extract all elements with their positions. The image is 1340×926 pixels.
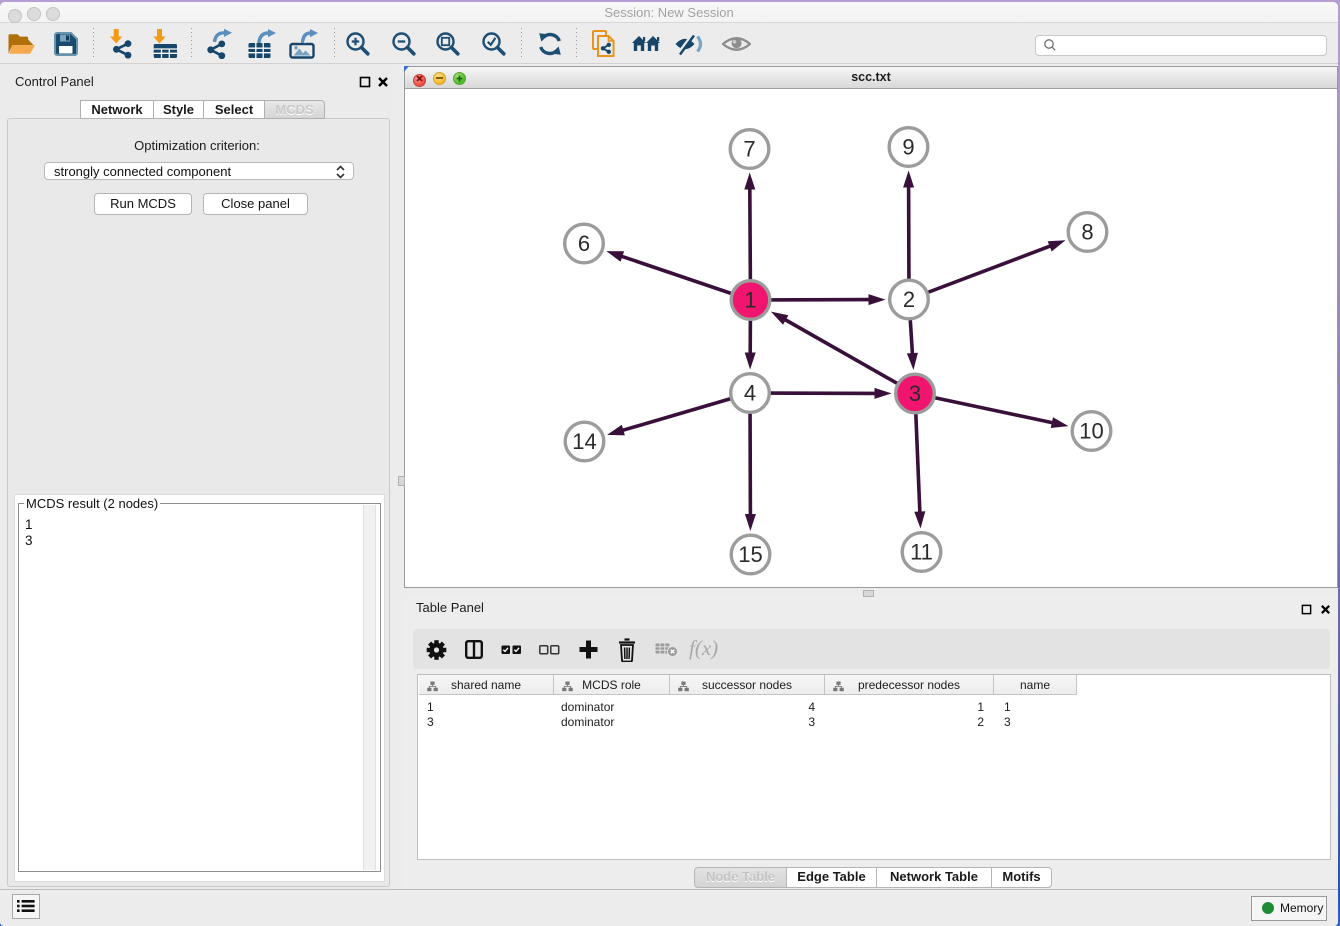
svg-text:8: 8 [1081,220,1093,245]
svg-text:1: 1 [744,288,756,313]
svg-text:6: 6 [578,231,590,256]
svg-text:7: 7 [743,137,755,162]
svg-text:15: 15 [738,542,762,567]
svg-text:4: 4 [744,381,756,406]
svg-text:9: 9 [902,135,914,160]
svg-text:3: 3 [909,381,921,406]
svg-text:2: 2 [903,287,915,312]
svg-text:14: 14 [572,429,596,454]
svg-text:10: 10 [1079,419,1103,444]
svg-text:11: 11 [910,540,933,565]
